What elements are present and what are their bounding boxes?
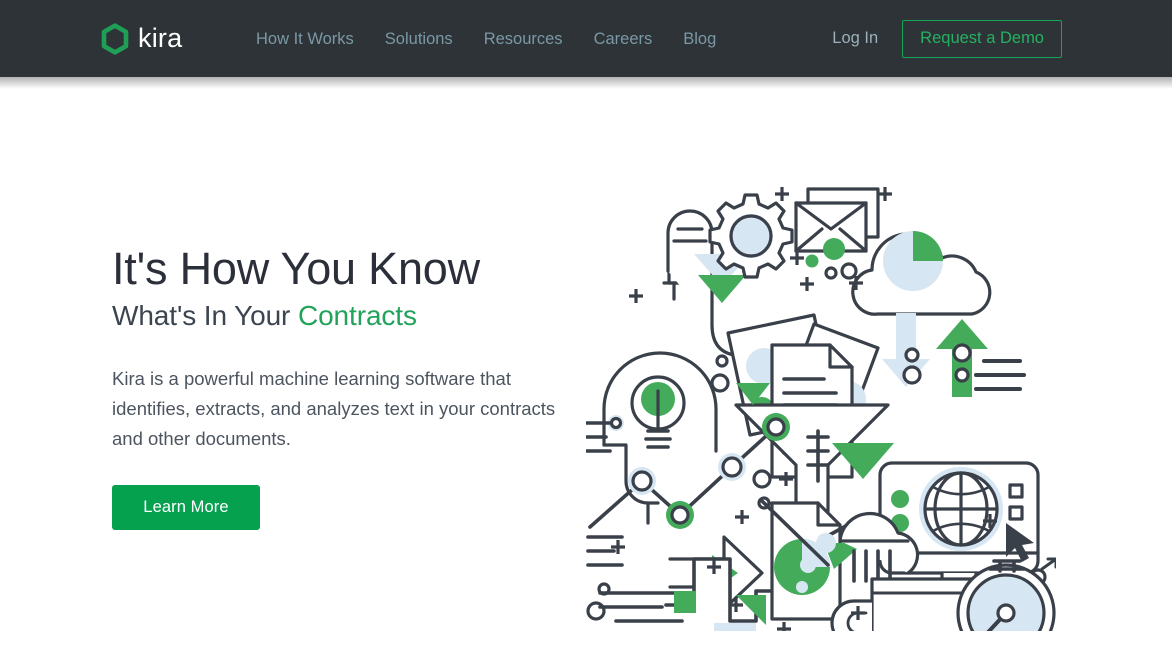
nav-item-careers[interactable]: Careers	[594, 30, 653, 47]
hero-subtitle-lead: What's In Your	[112, 299, 298, 331]
learn-more-button[interactable]: Learn More	[112, 485, 260, 531]
brand-name: kira	[138, 23, 183, 53]
main-navigation: How It Works Solutions Resources Careers…	[256, 30, 716, 47]
site-header: kira How It Works Solutions Resources Ca…	[0, 0, 1172, 77]
hero-subtitle: What's In Your Contracts	[112, 300, 582, 332]
brand-logo-link[interactable]: kira	[100, 22, 183, 55]
contract-analytics-collage-illustration	[586, 161, 1056, 631]
header-actions: Log In Request a Demo	[832, 19, 1062, 58]
hero-title: It's How You Know	[112, 243, 480, 294]
nav-item-blog[interactable]: Blog	[683, 30, 716, 47]
nav-item-how-it-works[interactable]: How It Works	[256, 30, 354, 47]
hero-section: It's How You Know What's In Your Contrac…	[0, 89, 1172, 659]
request-demo-button[interactable]: Request a Demo	[902, 19, 1062, 58]
nav-item-solutions[interactable]: Solutions	[385, 30, 453, 47]
login-link[interactable]: Log In	[832, 30, 878, 47]
hero-body-text: Kira is a powerful machine learning soft…	[112, 367, 556, 450]
hero-subtitle-accent: Contracts	[297, 299, 417, 331]
hexagon-ring-icon	[100, 22, 130, 55]
nav-item-resources[interactable]: Resources	[484, 30, 563, 47]
header-drop-shadow	[0, 77, 1172, 89]
hero-copy: It's How You Know What's In Your Contrac…	[112, 243, 582, 531]
